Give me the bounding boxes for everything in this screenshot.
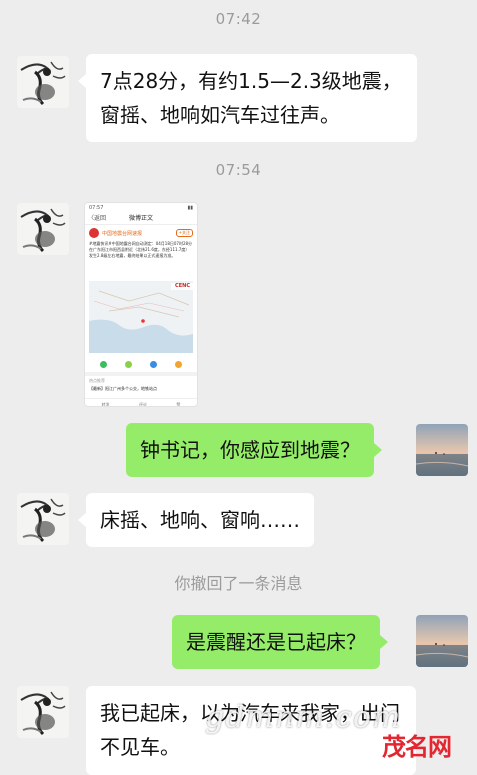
self-avatar[interactable] xyxy=(416,615,468,667)
ink-painting-avatar-icon xyxy=(17,203,69,255)
watermark-logo: 茂名网 xyxy=(382,733,452,761)
thumb-back-link: 〈返回 xyxy=(88,215,107,222)
contact-avatar[interactable] xyxy=(17,686,69,738)
thumb-comment-label: 评论 xyxy=(138,402,147,407)
thumb-post-author: 中国地震台网速报 +关注 xyxy=(85,225,197,241)
thumb-moments-icon xyxy=(125,361,132,368)
thumb-qq-icon xyxy=(150,361,157,368)
contact-avatar[interactable] xyxy=(17,493,69,545)
timestamp: 07:42 xyxy=(215,10,262,28)
message-bubble-outgoing[interactable]: 是震醒还是已起床？ xyxy=(172,615,388,669)
thumb-map-image: CENC xyxy=(89,281,193,353)
thumb-author-name: 中国地震台网速报 xyxy=(102,230,143,237)
self-avatar[interactable] xyxy=(416,424,468,476)
thumb-nav-title: 微博正文 xyxy=(128,215,153,222)
ink-painting-avatar-icon xyxy=(17,56,69,108)
seaside-sunset-avatar-icon xyxy=(416,424,468,476)
thumb-battery-icon: ▮▮ xyxy=(187,205,193,211)
message-bubble-incoming[interactable]: 床摇、地响、窗响…… xyxy=(78,493,314,547)
thumb-status-time: 07:57 xyxy=(89,205,104,211)
thumb-post-text: #地震快讯#中国地震台网自动测定：04月18日07时28分在广东阳江市阳西县附近… xyxy=(89,241,193,258)
seaside-sunset-avatar-icon xyxy=(416,615,468,667)
thumb-map-graphic xyxy=(89,281,193,353)
message-bubble-incoming[interactable]: 7点28分，有约1.5—2.3级地震，窗摇、地响如汽车过往声。 xyxy=(78,54,417,142)
ink-painting-avatar-icon xyxy=(17,686,69,738)
ink-painting-avatar-icon xyxy=(17,493,69,545)
thumb-footer-bar: 转发 评论 赞 xyxy=(85,398,197,407)
contact-avatar[interactable] xyxy=(17,203,69,255)
contact-avatar[interactable] xyxy=(17,56,69,108)
thumb-like-label: 赞 xyxy=(176,402,181,407)
thumb-wechat-icon xyxy=(100,361,107,368)
thumb-hot-label: 热点推荐 xyxy=(89,378,105,383)
message-bubble-outgoing[interactable]: 钟书记，你感应到地震？ xyxy=(126,423,382,477)
thumb-follow-button: +关注 xyxy=(175,229,193,237)
thumb-nav-bar: 〈返回 微博正文 xyxy=(85,213,197,225)
thumb-share-label: 转发 xyxy=(101,402,110,407)
thumb-hot-news: 【最新】阳江广州多个公交，地铁站点 xyxy=(89,386,157,391)
thumb-weibo-icon xyxy=(175,361,182,368)
timestamp: 07:54 xyxy=(215,161,262,179)
watermark-text: gdmnm.com xyxy=(205,700,402,735)
shared-screenshot-image[interactable]: 07:57 ▮▮ 〈返回 微博正文 中国地震台网速报 +关注 #地震快讯#中国地… xyxy=(84,202,198,407)
thumb-action-icons xyxy=(85,355,197,372)
thumb-map-logo: CENC xyxy=(175,283,190,289)
thumb-status-bar: 07:57 ▮▮ xyxy=(85,203,197,213)
thumb-author-avatar xyxy=(89,228,99,238)
recall-notice: 你撤回了一条消息 xyxy=(174,574,303,593)
